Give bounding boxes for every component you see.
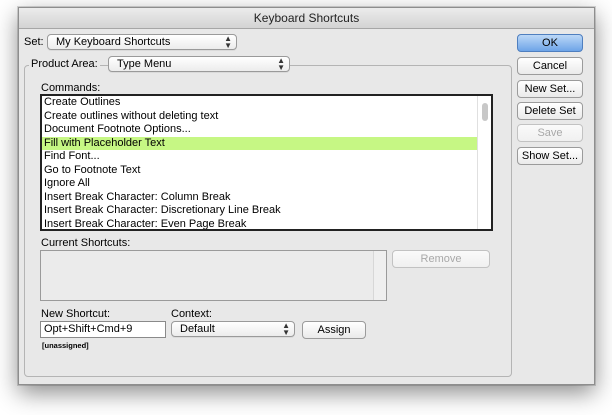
ok-button[interactable]: OK bbox=[517, 34, 583, 52]
updown-arrows-icon: ▲ ▼ bbox=[277, 56, 285, 72]
save-button[interactable]: Save bbox=[517, 124, 583, 142]
shortcut-status: [unassigned] bbox=[42, 341, 89, 350]
updown-arrows-icon: ▲ ▼ bbox=[224, 34, 232, 50]
context-label: Context: bbox=[171, 308, 212, 320]
set-label: Set: bbox=[24, 36, 44, 48]
product-area-popup-value: Type Menu bbox=[117, 58, 172, 70]
new-shortcut-label: New Shortcut: bbox=[41, 308, 111, 320]
context-popup[interactable]: Default ▲ ▼ bbox=[171, 321, 295, 337]
show-set-button[interactable]: Show Set... bbox=[517, 147, 583, 165]
list-item[interactable]: Ignore All bbox=[42, 177, 491, 191]
list-item[interactable]: Go to Footnote Text bbox=[42, 164, 491, 178]
delete-set-button[interactable]: Delete Set bbox=[517, 102, 583, 120]
commands-label: Commands: bbox=[41, 82, 101, 94]
context-popup-value: Default bbox=[180, 323, 215, 335]
product-area-label: Product Area: bbox=[29, 58, 100, 70]
product-area-popup[interactable]: Type Menu ▲ ▼ bbox=[108, 56, 290, 72]
list-item[interactable]: Insert Break Character: Column Break bbox=[42, 191, 491, 205]
list-item[interactable]: Create outlines without deleting text bbox=[42, 110, 491, 124]
updown-arrows-icon: ▲ ▼ bbox=[282, 321, 290, 337]
new-shortcut-field[interactable]: Opt+Shift+Cmd+9 bbox=[40, 321, 166, 338]
list-item[interactable]: Create Outlines bbox=[42, 96, 491, 110]
list-item-selected[interactable]: Fill with Placeholder Text bbox=[42, 136, 491, 150]
list-item[interactable]: Find Font... bbox=[42, 150, 491, 164]
remove-button[interactable]: Remove bbox=[392, 250, 490, 268]
commands-scrollbar[interactable] bbox=[477, 96, 491, 229]
current-shortcuts-label: Current Shortcuts: bbox=[41, 237, 131, 249]
assign-button[interactable]: Assign bbox=[302, 321, 366, 339]
current-shortcuts-list[interactable] bbox=[40, 250, 387, 301]
list-item[interactable]: Insert Break Character: Even Page Break bbox=[42, 218, 491, 230]
keyboard-shortcuts-dialog: Keyboard Shortcuts Set: My Keyboard Shor… bbox=[18, 7, 595, 385]
commands-list[interactable]: Create Outlines Create outlines without … bbox=[40, 94, 493, 231]
window-title: Keyboard Shortcuts bbox=[19, 8, 594, 29]
current-shortcuts-scrollbar[interactable] bbox=[373, 251, 386, 300]
new-set-button[interactable]: New Set... bbox=[517, 80, 583, 98]
list-item[interactable]: Insert Break Character: Discretionary Li… bbox=[42, 204, 491, 218]
cancel-button[interactable]: Cancel bbox=[517, 57, 583, 75]
set-popup-value: My Keyboard Shortcuts bbox=[56, 36, 171, 48]
list-item[interactable]: Document Footnote Options... bbox=[42, 123, 491, 137]
set-popup[interactable]: My Keyboard Shortcuts ▲ ▼ bbox=[47, 34, 237, 50]
scrollbar-thumb[interactable] bbox=[482, 103, 488, 121]
